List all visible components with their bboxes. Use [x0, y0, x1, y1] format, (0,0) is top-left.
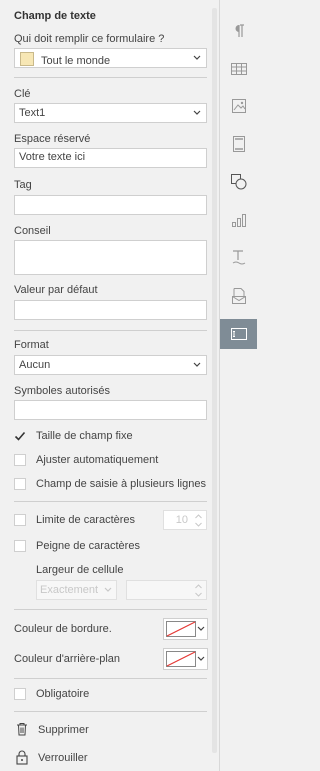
- comb-checkbox[interactable]: [14, 540, 26, 552]
- paragraph-settings-button[interactable]: [224, 16, 254, 46]
- tag-input[interactable]: [14, 195, 207, 215]
- multiline-label: Champ de saisie à plusieurs lignes: [36, 478, 206, 490]
- key-select[interactable]: Text1: [14, 103, 207, 123]
- tip-label: Conseil: [14, 225, 51, 237]
- allowed-symbols-input[interactable]: [14, 400, 207, 420]
- shape-settings-button[interactable]: [224, 167, 254, 197]
- mail-merge-icon: [232, 288, 246, 304]
- char-limit-spinner[interactable]: 10: [163, 510, 207, 530]
- spinner-arrows-icon: [195, 584, 202, 597]
- table-icon: [231, 63, 247, 75]
- border-color-label: Couleur de bordure.: [14, 623, 112, 635]
- chevron-down-icon: [104, 587, 112, 592]
- multiline-checkbox[interactable]: [14, 478, 26, 490]
- panel-title: Champ de texte: [14, 10, 96, 22]
- trash-icon: [17, 723, 27, 736]
- separator: [14, 501, 207, 502]
- form-field-icon: [230, 328, 247, 340]
- default-value-label: Valeur par défaut: [14, 284, 98, 296]
- who-fill-label: Qui doit remplir ce formulaire ?: [14, 33, 165, 45]
- paragraph-icon: [235, 24, 244, 37]
- checkmark-icon: [14, 431, 26, 441]
- char-limit-label: Limite de caractères: [36, 514, 136, 526]
- chart-settings-button[interactable]: [224, 205, 254, 235]
- key-label: Clé: [14, 88, 31, 100]
- chart-icon: [232, 214, 246, 227]
- who-fill-select[interactable]: Tout le monde: [14, 48, 207, 68]
- format-label: Format: [14, 339, 49, 351]
- cell-width-mode-select[interactable]: Exactement: [36, 580, 117, 600]
- fixed-size-checkbox[interactable]: [14, 430, 26, 442]
- delete-label: Supprimer: [38, 724, 89, 736]
- separator: [14, 77, 207, 78]
- text-art-icon: [232, 250, 246, 265]
- background-color-label: Couleur d'arrière-plan: [14, 653, 121, 665]
- spinner-arrows-icon: [195, 514, 202, 527]
- required-label: Obligatoire: [36, 688, 90, 700]
- lock-label: Verrouiller: [38, 752, 88, 764]
- border-color-button[interactable]: [163, 618, 208, 640]
- no-color-swatch-icon: [166, 621, 196, 637]
- no-color-swatch-icon: [166, 651, 196, 667]
- image-settings-button[interactable]: [224, 91, 254, 121]
- lock-button[interactable]: Verrouiller: [14, 749, 207, 767]
- fixed-size-label: Taille de champ fixe: [36, 430, 133, 442]
- chevron-down-icon: [193, 110, 201, 115]
- tip-textarea[interactable]: [14, 240, 207, 275]
- cell-width-mode-value: Exactement: [40, 584, 99, 596]
- autofit-label: Ajuster automatiquement: [36, 454, 159, 466]
- image-icon: [232, 99, 246, 113]
- comb-label: Peigne de caractères: [36, 540, 140, 552]
- header-footer-settings-button[interactable]: [224, 129, 254, 159]
- default-value-input[interactable]: [14, 300, 207, 320]
- char-limit-checkbox[interactable]: [14, 514, 26, 526]
- required-checkbox[interactable]: [14, 688, 26, 700]
- key-value: Text1: [19, 107, 46, 119]
- chevron-down-icon: [197, 626, 205, 631]
- allowed-symbols-label: Symboles autorisés: [14, 385, 110, 397]
- shape-icon: [231, 174, 247, 190]
- mail-merge-settings-button[interactable]: [224, 281, 254, 311]
- cell-width-label: Largeur de cellule: [36, 564, 124, 576]
- table-settings-button[interactable]: [224, 54, 254, 84]
- placeholder-input[interactable]: Votre texte ici: [14, 148, 207, 168]
- right-toolbar: [219, 0, 257, 771]
- who-fill-value: Tout le monde: [41, 55, 111, 67]
- separator: [14, 609, 207, 610]
- chevron-down-icon: [193, 55, 201, 60]
- char-limit-value: 10: [175, 514, 188, 526]
- form-field-settings-panel: Champ de texte Qui doit remplir ce formu…: [0, 0, 219, 771]
- text-art-settings-button[interactable]: [224, 243, 254, 273]
- separator: [14, 330, 207, 331]
- cell-width-spinner[interactable]: [126, 580, 207, 600]
- placeholder-label: Espace réservé: [14, 133, 91, 145]
- scrollbar-thumb[interactable]: [212, 8, 217, 753]
- role-color-swatch: [20, 52, 34, 66]
- separator: [14, 678, 207, 679]
- autofit-checkbox[interactable]: [14, 454, 26, 466]
- header-footer-icon: [233, 136, 245, 152]
- format-value: Aucun: [19, 359, 51, 371]
- background-color-button[interactable]: [163, 648, 208, 670]
- chevron-down-icon: [193, 362, 201, 367]
- format-select[interactable]: Aucun: [14, 355, 207, 375]
- delete-button[interactable]: Supprimer: [14, 721, 207, 739]
- tag-label: Tag: [14, 179, 32, 191]
- lock-icon: [16, 750, 28, 765]
- form-field-settings-button[interactable]: [220, 319, 257, 349]
- chevron-down-icon: [197, 656, 205, 661]
- separator: [14, 711, 207, 712]
